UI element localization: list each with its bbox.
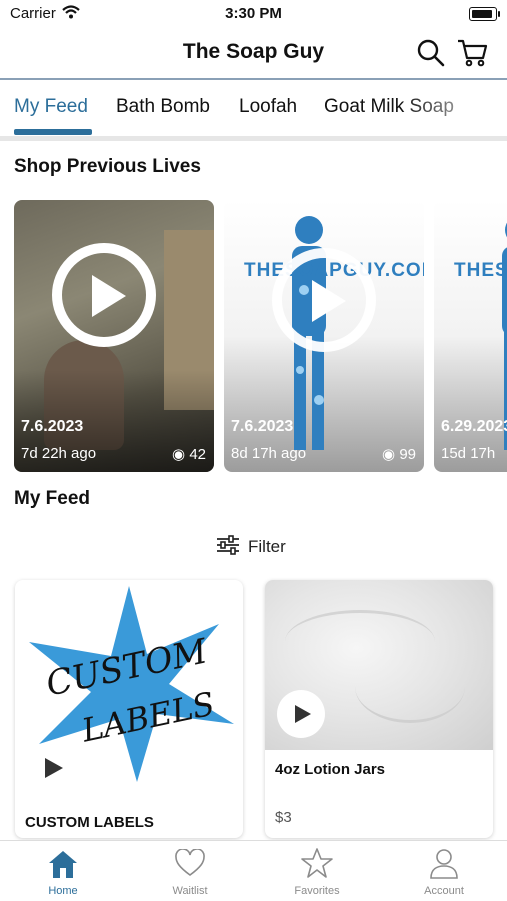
eye-icon: ◉ [382, 446, 396, 463]
heart-icon [175, 849, 205, 876]
play-icon [295, 705, 311, 723]
live-card[interactable]: THESOAPGUY.COM 7.6.2023 8d 17h ago ◉ 99 [224, 200, 424, 472]
account-icon [430, 849, 458, 879]
live-card[interactable]: THESOAPGUY.COM 6.29.2023 15d 17h [434, 200, 507, 472]
product-name: CUSTOM LABELS [25, 814, 154, 831]
product-card[interactable]: CUSTOM LABELS CUSTOM LABELS [15, 580, 243, 838]
active-tab-indicator [14, 129, 92, 135]
play-button[interactable] [277, 690, 325, 738]
nav-label-home: Home [48, 885, 78, 897]
bottom-nav: Home Waitlist Favorites Account [0, 840, 507, 901]
live-date: 6.29.2023 [441, 418, 507, 435]
feed-title: My Feed [14, 488, 91, 509]
play-icon [92, 275, 126, 317]
nav-label-waitlist: Waitlist [172, 885, 208, 897]
clock: 3:30 PM [225, 5, 282, 22]
live-card-clip: THESOAPGUY.COM 6.29.2023 15d 17h [434, 200, 507, 472]
status-bar: Carrier 3:30 PM [0, 0, 507, 28]
search-icon[interactable] [416, 38, 446, 68]
product-price: $3 [275, 809, 292, 826]
live-time-ago: 8d 17h ago [231, 445, 307, 462]
play-button[interactable] [52, 243, 156, 347]
play-button[interactable] [272, 248, 376, 352]
product-card[interactable]: 4oz Lotion Jars $3 [265, 580, 493, 838]
live-time-ago: 15d 17h [441, 445, 496, 462]
live-views: ◉ 99 [382, 445, 416, 463]
filter-button[interactable]: Filter [216, 535, 286, 557]
live-card[interactable]: 7.6.2023 7d 22h ago ◉ 42 [14, 200, 214, 472]
previous-lives-title: Shop Previous Lives [14, 156, 201, 177]
filter-label: Filter [248, 537, 286, 556]
nav-label-favorites: Favorites [294, 885, 340, 897]
live-time-ago: 7d 22h ago [21, 445, 97, 462]
category-tabs: My Feed Bath Bomb Loofah Goat Milk Soap [0, 80, 507, 141]
tabs-fade [400, 80, 507, 130]
nav-home[interactable]: Home [0, 841, 126, 901]
tab-my-feed[interactable]: My Feed [14, 96, 88, 118]
app-header: The Soap Guy [0, 28, 507, 80]
live-views: ◉ 42 [172, 445, 206, 463]
nav-favorites[interactable]: Favorites [254, 841, 380, 901]
battery-icon [469, 7, 500, 21]
eye-icon: ◉ [172, 446, 186, 463]
lotion-swirl [355, 650, 465, 723]
play-icon [312, 280, 346, 322]
tab-bath-bomb[interactable]: Bath Bomb [116, 96, 210, 118]
filter-icon [217, 535, 239, 555]
views-count: 99 [399, 446, 416, 463]
views-count: 42 [189, 446, 206, 463]
tab-loofah[interactable]: Loofah [239, 96, 297, 118]
star-icon [301, 848, 333, 878]
logo-text: THESOAPGUY.COM [454, 260, 507, 281]
cart-icon[interactable] [457, 38, 489, 68]
live-date: 7.6.2023 [231, 418, 294, 435]
home-icon [49, 851, 77, 878]
product-name: 4oz Lotion Jars [275, 761, 386, 778]
nav-waitlist[interactable]: Waitlist [127, 841, 253, 901]
nav-label-account: Account [424, 885, 464, 897]
play-icon[interactable] [43, 756, 65, 780]
live-date: 7.6.2023 [21, 418, 84, 435]
nav-account[interactable]: Account [381, 841, 507, 901]
